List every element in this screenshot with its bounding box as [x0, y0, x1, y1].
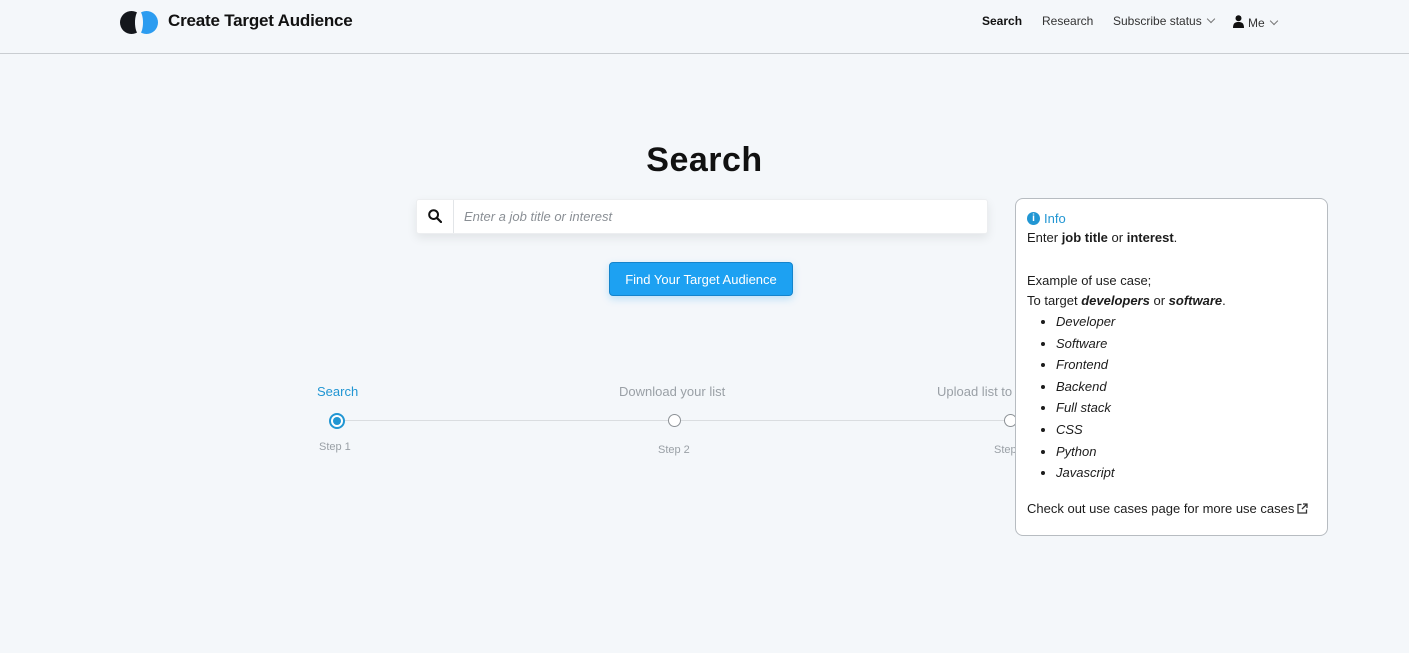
nav-subscribe-status[interactable]: Subscribe status — [1113, 14, 1215, 28]
chevron-down-icon — [1269, 16, 1278, 26]
list-item: CSS — [1056, 419, 1316, 441]
nav-search[interactable]: Search — [982, 14, 1022, 28]
step-connector — [681, 420, 1005, 421]
info-target-text: To target developers or software. — [1027, 293, 1226, 308]
step-1-label: Search — [317, 384, 359, 399]
info-intro: Enter job title or interest. — [1027, 230, 1178, 245]
info-heading-label: Info — [1044, 211, 1066, 226]
step-3-label: Upload list to — [937, 384, 1013, 399]
find-audience-button[interactable]: Find Your Target Audience — [609, 262, 793, 296]
example-list: Developer Software Frontend Backend Full… — [1027, 311, 1316, 484]
info-heading: i Info — [1027, 211, 1316, 226]
list-item: Full stack — [1056, 397, 1316, 419]
use-cases-link[interactable]: Check out use cases page for more use ca… — [1027, 499, 1316, 519]
list-item: Backend — [1056, 376, 1316, 398]
step-3-number: Step — [994, 444, 1017, 456]
step-1-indicator[interactable] — [329, 413, 345, 429]
nav-research[interactable]: Research — [1042, 14, 1093, 28]
info-example-label: Example of use case; — [1027, 273, 1152, 288]
search-bar — [416, 199, 988, 234]
top-header: Create Target Audience Search Research S… — [0, 0, 1409, 54]
list-item: Javascript — [1056, 462, 1316, 484]
brand-logo[interactable] — [120, 11, 160, 34]
chevron-down-icon — [1206, 14, 1215, 24]
step-1-number: Step 1 — [319, 441, 351, 453]
brand-name[interactable]: Create Target Audience — [168, 11, 353, 31]
search-input[interactable] — [454, 200, 984, 233]
search-icon-container — [417, 200, 454, 233]
user-icon — [1233, 15, 1244, 28]
nav-user-label: Me — [1248, 16, 1265, 30]
list-item: Developer — [1056, 311, 1316, 333]
step-2-label: Download your list — [619, 384, 726, 399]
info-panel: i Info Enter job title or interest. Exam… — [1015, 198, 1328, 536]
list-item: Frontend — [1056, 354, 1316, 376]
nav-user-menu[interactable]: Me — [1233, 14, 1278, 30]
external-link-icon — [1297, 503, 1309, 514]
nav-subscribe-label: Subscribe status — [1113, 14, 1202, 28]
page-title: Search — [646, 141, 763, 179]
step-connector — [343, 420, 669, 421]
step-2-number: Step 2 — [658, 444, 690, 456]
step-2-indicator[interactable] — [668, 414, 681, 427]
list-item: Software — [1056, 333, 1316, 355]
search-icon — [428, 209, 442, 223]
info-icon: i — [1027, 212, 1040, 225]
list-item: Python — [1056, 441, 1316, 463]
